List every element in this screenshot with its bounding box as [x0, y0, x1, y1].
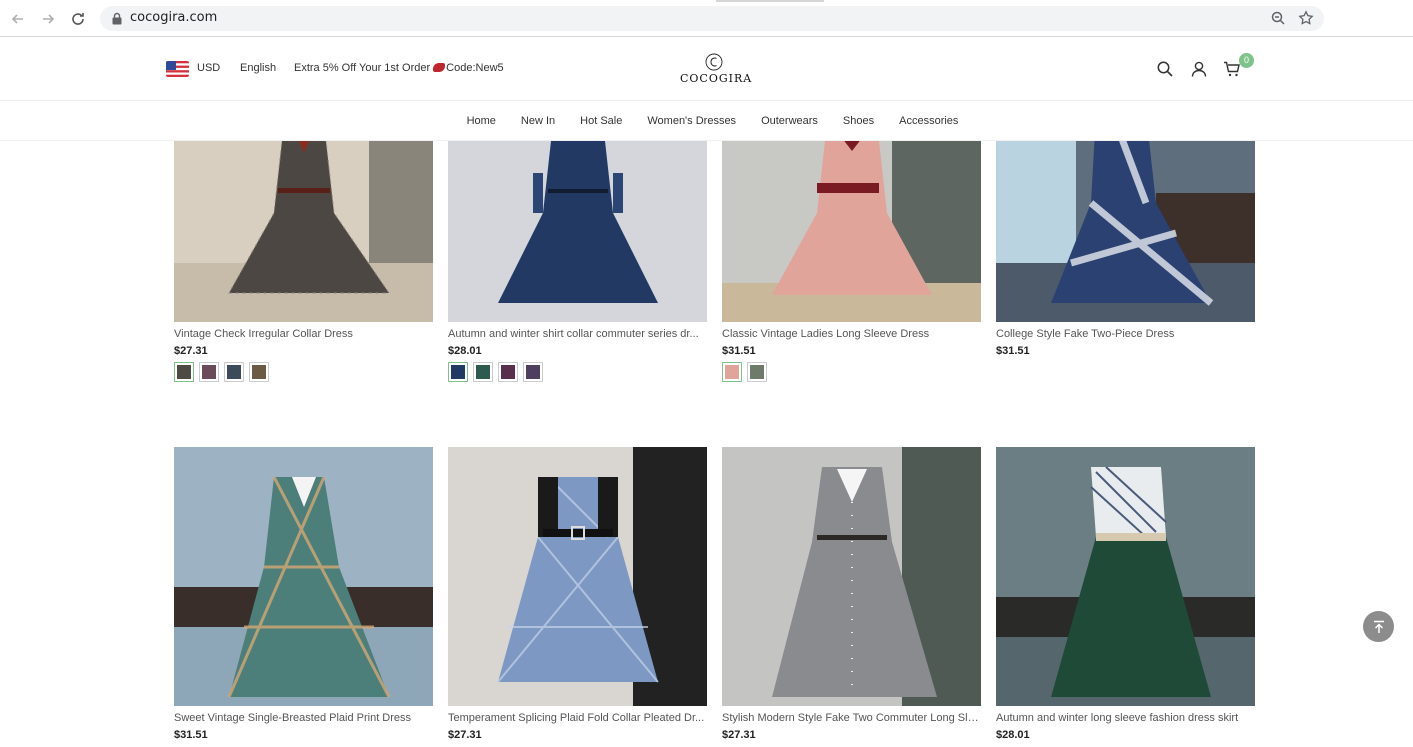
nav-accessories[interactable]: Accessories — [899, 115, 958, 127]
main-navigation: Home New In Hot Sale Women's Dresses Out… — [0, 101, 1413, 141]
reload-button[interactable] — [68, 9, 88, 29]
lock-icon — [112, 12, 122, 25]
product-price: $31.51 — [996, 345, 1030, 357]
color-swatch[interactable] — [448, 362, 468, 382]
url-text: cocogira.com — [130, 10, 218, 25]
back-to-top-button[interactable] — [1363, 611, 1394, 642]
back-button[interactable] — [8, 9, 28, 29]
nav-home[interactable]: Home — [467, 115, 496, 127]
language-selector[interactable]: English — [240, 62, 276, 74]
cart-count-badge: 0 — [1239, 53, 1254, 68]
color-swatch[interactable] — [199, 362, 219, 382]
site-header: USD English Extra 5% Off Your 1st Order C… — [0, 37, 1413, 101]
product-image[interactable] — [722, 141, 981, 322]
arrow-right-icon — [43, 14, 55, 24]
product-name[interactable]: Classic Vintage Ladies Long Sleeve Dress — [722, 328, 981, 340]
nav-outerwears[interactable]: Outerwears — [761, 115, 818, 127]
product-image[interactable] — [174, 447, 433, 706]
nav-shoes[interactable]: Shoes — [843, 115, 874, 127]
product-image[interactable] — [996, 141, 1255, 322]
zoom-icon[interactable] — [1270, 10, 1286, 26]
product-price: $31.51 — [722, 345, 756, 357]
color-swatches — [174, 362, 433, 382]
product-name[interactable]: Autumn and winter shirt collar commuter … — [448, 328, 707, 340]
product-card[interactable]: Stylish Modern Style Fake Two Commuter L… — [722, 447, 981, 741]
product-card[interactable]: Classic Vintage Ladies Long Sleeve Dress… — [722, 141, 981, 382]
product-card[interactable]: Autumn and winter long sleeve fashion dr… — [996, 447, 1255, 741]
cart-icon[interactable] — [1223, 60, 1241, 78]
product-name[interactable]: Sweet Vintage Single-Breasted Plaid Prin… — [174, 712, 433, 724]
nav-hot-sale[interactable]: Hot Sale — [580, 115, 622, 127]
product-card[interactable]: Autumn and winter shirt collar commuter … — [448, 141, 707, 382]
product-image[interactable] — [174, 141, 433, 322]
color-swatches — [722, 362, 981, 382]
arrow-left-icon — [11, 14, 23, 24]
promo-text: Extra 5% Off Your 1st Order — [294, 62, 431, 74]
currency-selector[interactable]: USD — [197, 62, 220, 74]
search-icon[interactable] — [1156, 60, 1174, 78]
color-swatch[interactable] — [249, 362, 269, 382]
color-swatches — [448, 362, 707, 382]
color-swatch[interactable] — [523, 362, 543, 382]
product-price: $27.31 — [174, 345, 208, 357]
product-price: $27.31 — [448, 729, 482, 741]
product-card[interactable]: Vintage Check Irregular Collar Dress $27… — [174, 141, 433, 382]
promo-tag-icon — [433, 63, 446, 73]
color-swatch[interactable] — [224, 362, 244, 382]
address-bar[interactable]: cocogira.com — [100, 6, 1324, 31]
product-image[interactable] — [722, 447, 981, 706]
product-image[interactable] — [996, 447, 1255, 706]
product-card[interactable]: Temperament Splicing Plaid Fold Collar P… — [448, 447, 707, 741]
color-swatch[interactable] — [722, 362, 742, 382]
product-name[interactable]: Stylish Modern Style Fake Two Commuter L… — [722, 712, 981, 724]
color-swatch[interactable] — [174, 362, 194, 382]
product-name[interactable]: College Style Fake Two-Piece Dress — [996, 328, 1255, 340]
nav-new-in[interactable]: New In — [521, 115, 555, 127]
color-swatch[interactable] — [498, 362, 518, 382]
color-swatch[interactable] — [747, 362, 767, 382]
product-price: $28.01 — [996, 729, 1030, 741]
logo-text: COCOGIRA — [680, 72, 753, 85]
nav-womens-dresses[interactable]: Women's Dresses — [647, 115, 736, 127]
product-card[interactable]: College Style Fake Two-Piece Dress $31.5… — [996, 141, 1255, 357]
product-name[interactable]: Vintage Check Irregular Collar Dress — [174, 328, 433, 340]
product-name[interactable]: Autumn and winter long sleeve fashion dr… — [996, 712, 1255, 724]
product-image[interactable] — [448, 141, 707, 322]
us-flag-icon[interactable] — [166, 61, 189, 77]
product-price: $27.31 — [722, 729, 756, 741]
logo-monogram-icon — [705, 53, 723, 71]
product-price: $28.01 — [448, 345, 482, 357]
product-price: $31.51 — [174, 729, 208, 741]
product-grid: Vintage Check Irregular Collar Dress $27… — [0, 141, 1413, 747]
tab-strip-edge — [716, 0, 824, 2]
arrow-up-icon — [1373, 620, 1384, 633]
product-card[interactable]: Sweet Vintage Single-Breasted Plaid Prin… — [174, 447, 433, 741]
color-swatch[interactable] — [473, 362, 493, 382]
browser-toolbar: cocogira.com — [0, 0, 1413, 37]
product-image[interactable] — [448, 447, 707, 706]
site-logo[interactable]: COCOGIRA — [680, 53, 753, 89]
promo-banner: Extra 5% Off Your 1st Order Code:New5 — [294, 62, 504, 74]
forward-button[interactable] — [38, 9, 58, 29]
account-icon[interactable] — [1190, 60, 1208, 78]
promo-code: Code:New5 — [446, 62, 504, 74]
reload-icon — [72, 13, 84, 25]
bookmark-star-icon[interactable] — [1298, 10, 1314, 26]
product-name[interactable]: Temperament Splicing Plaid Fold Collar P… — [448, 712, 707, 724]
